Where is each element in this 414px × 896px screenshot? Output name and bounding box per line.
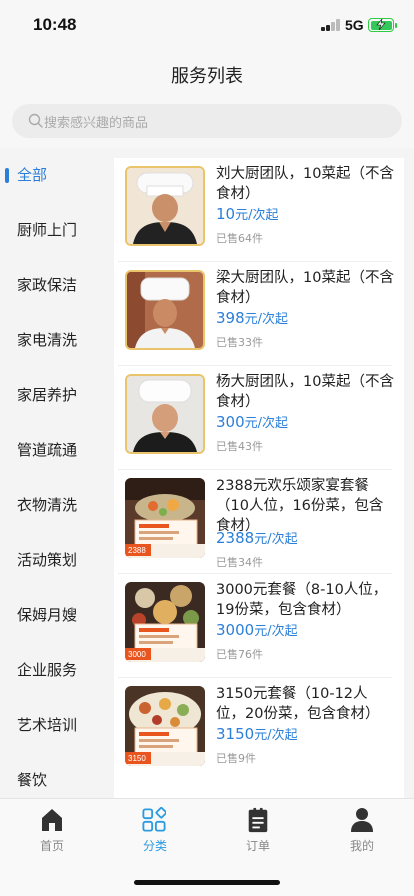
category-label: 餐饮 <box>17 771 48 789</box>
tab-profile[interactable]: 我的 <box>332 807 392 857</box>
order-icon <box>248 807 268 833</box>
chef-photo <box>125 270 205 350</box>
sold-count: 已售9件 <box>216 752 256 765</box>
product-item[interactable]: 2388 2388元欢乐颂家宴套餐（10人位，16份菜，包含食材） 2388元/… <box>114 470 404 574</box>
tab-home[interactable]: 首页 <box>22 807 82 857</box>
battery-icon <box>368 18 397 32</box>
product-item[interactable]: 梁大厨团队，10菜起（不含食材） 398元/次起 已售33件 <box>114 262 404 366</box>
price-value: 3150 <box>216 725 255 743</box>
signal-icon <box>321 19 341 31</box>
status-time: 10:48 <box>33 15 77 34</box>
category-chef[interactable]: 厨师上门 <box>0 203 104 258</box>
category-label: 艺术培训 <box>17 716 78 734</box>
product-price: 3000元/次起 <box>216 620 298 639</box>
banquet-photo: 3150 <box>125 686 205 766</box>
status-bar: 10:48 5G <box>0 0 414 52</box>
category-label: 家政保洁 <box>17 276 78 294</box>
price-unit: 元/次起 <box>254 624 298 639</box>
nav-header: 服务列表 <box>0 52 414 96</box>
category-pipe-dredging[interactable]: 管道疏通 <box>0 423 104 478</box>
category-label: 家居养护 <box>17 386 78 404</box>
category-label: 管道疏通 <box>17 441 78 459</box>
tab-orders[interactable]: 订单 <box>228 807 288 857</box>
active-indicator <box>5 168 9 183</box>
network-label: 5G <box>345 17 364 33</box>
category-nanny[interactable]: 保姆月嫂 <box>0 588 104 643</box>
price-value: 300 <box>216 413 245 431</box>
product-title: 刘大厨团队，10菜起（不含食材） <box>216 166 394 202</box>
product-price: 10元/次起 <box>216 204 278 223</box>
category-label: 活动策划 <box>17 551 78 569</box>
tab-category[interactable]: 分类 <box>125 807 185 857</box>
sold-count: 已售33件 <box>216 336 263 349</box>
category-label: 衣物清洗 <box>17 496 78 514</box>
home-icon <box>42 809 62 831</box>
product-item[interactable]: 3000 3000元套餐（8-10人位，19份菜，包含食材） 3000元/次起 … <box>114 574 404 678</box>
category-catering[interactable]: 餐饮 <box>0 753 104 798</box>
price-unit: 元/次起 <box>254 532 298 547</box>
price-value: 398 <box>216 309 245 327</box>
category-sidebar: 全部 厨师上门 家政保洁 家电清洗 家居养护 管道疏通 衣物清洗 活动策划 保姆… <box>0 148 104 798</box>
price-unit: 元/次起 <box>235 208 279 223</box>
tab-label: 分类 <box>142 839 167 853</box>
product-item[interactable]: 刘大厨团队，10菜起（不含食材） 10元/次起 已售64件 <box>114 158 404 262</box>
sold-count: 已售43件 <box>216 440 263 453</box>
price-badge: 3150 <box>128 754 146 763</box>
search-placeholder: 搜索感兴趣的商品 <box>44 116 149 131</box>
banquet-photo: 2388 <box>125 478 205 558</box>
category-label: 全部 <box>17 166 48 184</box>
price-unit: 元/次起 <box>244 312 289 327</box>
product-title: 梁大厨团队，10菜起（不含食材） <box>216 270 394 306</box>
category-home-care[interactable]: 家居养护 <box>0 368 104 423</box>
product-title: 3000元套餐（8-10人位，19份菜，包含食材） <box>216 582 388 618</box>
price-value: 2388 <box>216 529 255 547</box>
product-price: 3150元/次起 <box>216 724 298 743</box>
category-all[interactable]: 全部 <box>0 148 104 203</box>
sold-count: 已售64件 <box>216 232 263 245</box>
category-laundry[interactable]: 衣物清洗 <box>0 478 104 533</box>
product-list: 刘大厨团队，10菜起（不含食材） 10元/次起 已售64件 梁大厨团队，10菜起… <box>114 158 404 798</box>
sold-count: 已售76件 <box>216 648 263 661</box>
category-label: 保姆月嫂 <box>17 606 78 624</box>
product-title: 2388元欢乐颂家宴套餐（10人位，16份菜，包含食材） <box>216 478 384 534</box>
price-value: 10 <box>216 205 236 223</box>
tab-label: 订单 <box>245 839 270 853</box>
category-icon <box>142 807 166 832</box>
product-item[interactable]: 3150 3150元套餐（10-12人位，20份菜，包含食材） 3150元/次起… <box>114 678 404 782</box>
product-price: 398元/次起 <box>216 308 288 327</box>
product-title: 杨大厨团队，10菜起（不含食材） <box>216 374 394 410</box>
price-unit: 元/次起 <box>244 416 289 431</box>
category-art-training[interactable]: 艺术培训 <box>0 698 104 753</box>
category-label: 企业服务 <box>17 661 78 679</box>
search-icon <box>28 113 43 128</box>
tab-label: 我的 <box>349 839 374 853</box>
category-housekeeping[interactable]: 家政保洁 <box>0 258 104 313</box>
search-bar: 搜索感兴趣的商品 <box>0 96 414 148</box>
category-enterprise[interactable]: 企业服务 <box>0 643 104 698</box>
product-price: 300元/次起 <box>216 412 288 431</box>
product-item[interactable]: 杨大厨团队，10菜起（不含食材） 300元/次起 已售43件 <box>114 366 404 470</box>
product-title: 3150元套餐（10-12人位，20份菜，包含食材） <box>216 686 380 722</box>
chef-photo <box>125 166 205 246</box>
home-indicator <box>134 880 280 885</box>
sold-count: 已售34件 <box>216 556 263 569</box>
category-appliance-cleaning[interactable]: 家电清洗 <box>0 313 104 368</box>
price-badge: 2388 <box>128 546 146 555</box>
page-title: 服务列表 <box>171 66 243 87</box>
chef-photo <box>125 374 205 454</box>
category-event-planning[interactable]: 活动策划 <box>0 533 104 588</box>
tab-label: 首页 <box>39 839 64 853</box>
banquet-photo: 3000 <box>125 582 205 662</box>
profile-icon <box>351 808 373 832</box>
category-label: 家电清洗 <box>17 331 78 349</box>
price-unit: 元/次起 <box>254 728 298 743</box>
price-value: 3000 <box>216 621 255 639</box>
search-input[interactable]: 搜索感兴趣的商品 <box>12 104 402 138</box>
category-label: 厨师上门 <box>17 221 78 239</box>
price-badge: 3000 <box>128 650 146 659</box>
product-price: 2388元/次起 <box>216 528 298 547</box>
